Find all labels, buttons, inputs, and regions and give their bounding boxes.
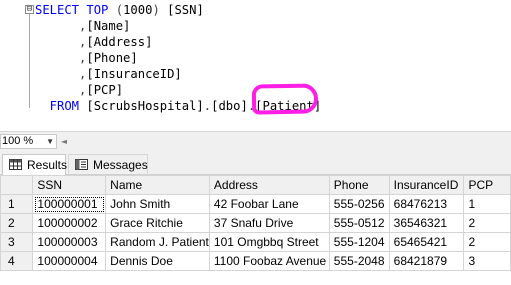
table-cell[interactable]: 555-1204 <box>328 232 390 252</box>
table-cell[interactable]: 37 Snafu Drive <box>208 213 330 233</box>
sql-token: 1000 <box>123 3 153 17</box>
table-cell[interactable]: 100000003 <box>32 232 107 252</box>
table-cell[interactable]: 65465421 <box>388 232 465 252</box>
sql-token: , <box>35 51 87 65</box>
tab-messages[interactable]: Messages <box>68 154 148 175</box>
table-cell[interactable]: 68476213 <box>388 194 465 214</box>
sql-token: , <box>35 19 87 33</box>
scroll-left-arrow-icon[interactable]: ◄ <box>59 134 69 149</box>
table-row[interactable]: 1 100000001 John Smith 42 Foobar Lane 555-02… <box>0 194 511 214</box>
table-row[interactable]: 2 100000002 Grace Ritchie 37 Snafu Drive 555… <box>0 213 511 233</box>
sql-token: [SSN] <box>167 3 204 17</box>
row-header-corner[interactable] <box>0 175 34 195</box>
table-cell[interactable]: 100000002 <box>32 213 107 233</box>
sql-keyword: SELECT <box>35 3 80 17</box>
sql-line: SELECT TOP (1000) [SSN] <box>35 2 204 18</box>
messages-icon <box>75 159 88 170</box>
column-header[interactable]: PCP <box>463 175 511 195</box>
outline-guide <box>29 14 30 108</box>
zoom-level-select[interactable]: 100 % ▼ <box>0 134 57 149</box>
grid-icon <box>9 159 22 170</box>
table-cell[interactable]: Grace Ritchie <box>105 213 210 233</box>
column-header[interactable]: Address <box>208 175 330 195</box>
column-header[interactable]: SSN <box>32 175 107 195</box>
table-cell[interactable]: 101 Omgbbq Street <box>208 232 330 252</box>
table-cell[interactable]: 36546321 <box>388 213 465 233</box>
column-header[interactable]: Name <box>105 175 210 195</box>
table-cell[interactable]: 68421879 <box>388 251 465 271</box>
sql-token: [InsuranceID] <box>86 67 182 81</box>
results-grid[interactable]: SSN Name Address Phone InsuranceID PCP 1… <box>0 175 511 285</box>
editor-status-bar: 100 % ▼ ◄ <box>0 131 511 152</box>
table-cell[interactable]: 2 <box>463 232 511 252</box>
sql-token: , <box>35 67 87 81</box>
results-header-row: SSN Name Address Phone InsuranceID PCP <box>0 175 511 195</box>
sql-token: [dbo] <box>211 99 248 113</box>
sql-line: ,[Address] <box>35 34 152 50</box>
collapse-region-icon[interactable]: ⊟ <box>25 5 34 14</box>
sql-line: ,[PCP] <box>35 82 123 98</box>
tab-results[interactable]: Results <box>2 154 68 175</box>
table-cell[interactable]: Dennis Doe <box>105 251 210 271</box>
tab-results-label: Results <box>27 158 68 172</box>
handdrawn-highlight-patient-table <box>251 83 319 115</box>
sql-keyword: TOP <box>86 3 109 17</box>
table-cell[interactable]: Random J. Patient <box>105 232 210 252</box>
sql-token: [Phone] <box>86 51 138 65</box>
table-cell[interactable]: 1100 Foobaz Avenue <box>208 251 330 271</box>
table-row[interactable]: 4 100000004 Dennis Doe 1100 Foobaz Avenue 55… <box>0 251 511 271</box>
table-cell[interactable]: 42 Foobar Lane <box>208 194 330 214</box>
sql-line: ,[Phone] <box>35 50 138 66</box>
sql-token: [PCP] <box>86 83 124 97</box>
sql-token: ( <box>108 3 124 17</box>
sql-token: [ScrubsHospital] <box>86 99 204 113</box>
sql-token: ) <box>152 3 168 17</box>
column-header[interactable]: InsuranceID <box>388 175 465 195</box>
table-cell[interactable]: 555-0256 <box>328 194 390 214</box>
table-cell[interactable]: 2 <box>463 213 511 233</box>
row-number[interactable]: 2 <box>0 213 34 233</box>
table-cell[interactable]: 3 <box>463 251 511 271</box>
table-cell[interactable]: 555-2048 <box>328 251 390 271</box>
table-cell[interactable]: John Smith <box>105 194 210 214</box>
sql-keyword: FROM <box>35 99 80 113</box>
results-tab-strip: Results Messages <box>0 151 511 175</box>
table-cell[interactable]: 100000004 <box>32 251 107 271</box>
row-number[interactable]: 1 <box>0 194 34 214</box>
table-cell[interactable]: 1 <box>463 194 511 214</box>
row-number[interactable]: 3 <box>0 232 34 252</box>
tab-messages-label: Messages <box>93 158 148 172</box>
column-header[interactable]: Phone <box>328 175 390 195</box>
sql-token: [Name] <box>86 19 131 33</box>
row-number[interactable]: 4 <box>0 251 34 271</box>
table-row[interactable]: 3 100000003 Random J. Patient 101 Omgbbq St… <box>0 232 511 252</box>
sql-token: [Address] <box>86 35 153 49</box>
table-cell[interactable]: 100000001 <box>32 194 107 214</box>
chevron-down-icon: ▼ <box>46 137 54 146</box>
sql-line: ,[InsuranceID] <box>35 66 182 82</box>
sql-line: ,[Name] <box>35 18 130 34</box>
sql-query-editor[interactable]: ⊟ SELECT TOP (1000) [SSN] ,[Name] ,[Addr… <box>0 0 511 131</box>
table-cell[interactable]: 555-0512 <box>328 213 390 233</box>
zoom-level-value: 100 % <box>2 135 34 147</box>
sql-token: , <box>35 83 87 97</box>
sql-token: , <box>35 35 87 49</box>
results-table: SSN Name Address Phone InsuranceID PCP 1… <box>0 175 511 271</box>
